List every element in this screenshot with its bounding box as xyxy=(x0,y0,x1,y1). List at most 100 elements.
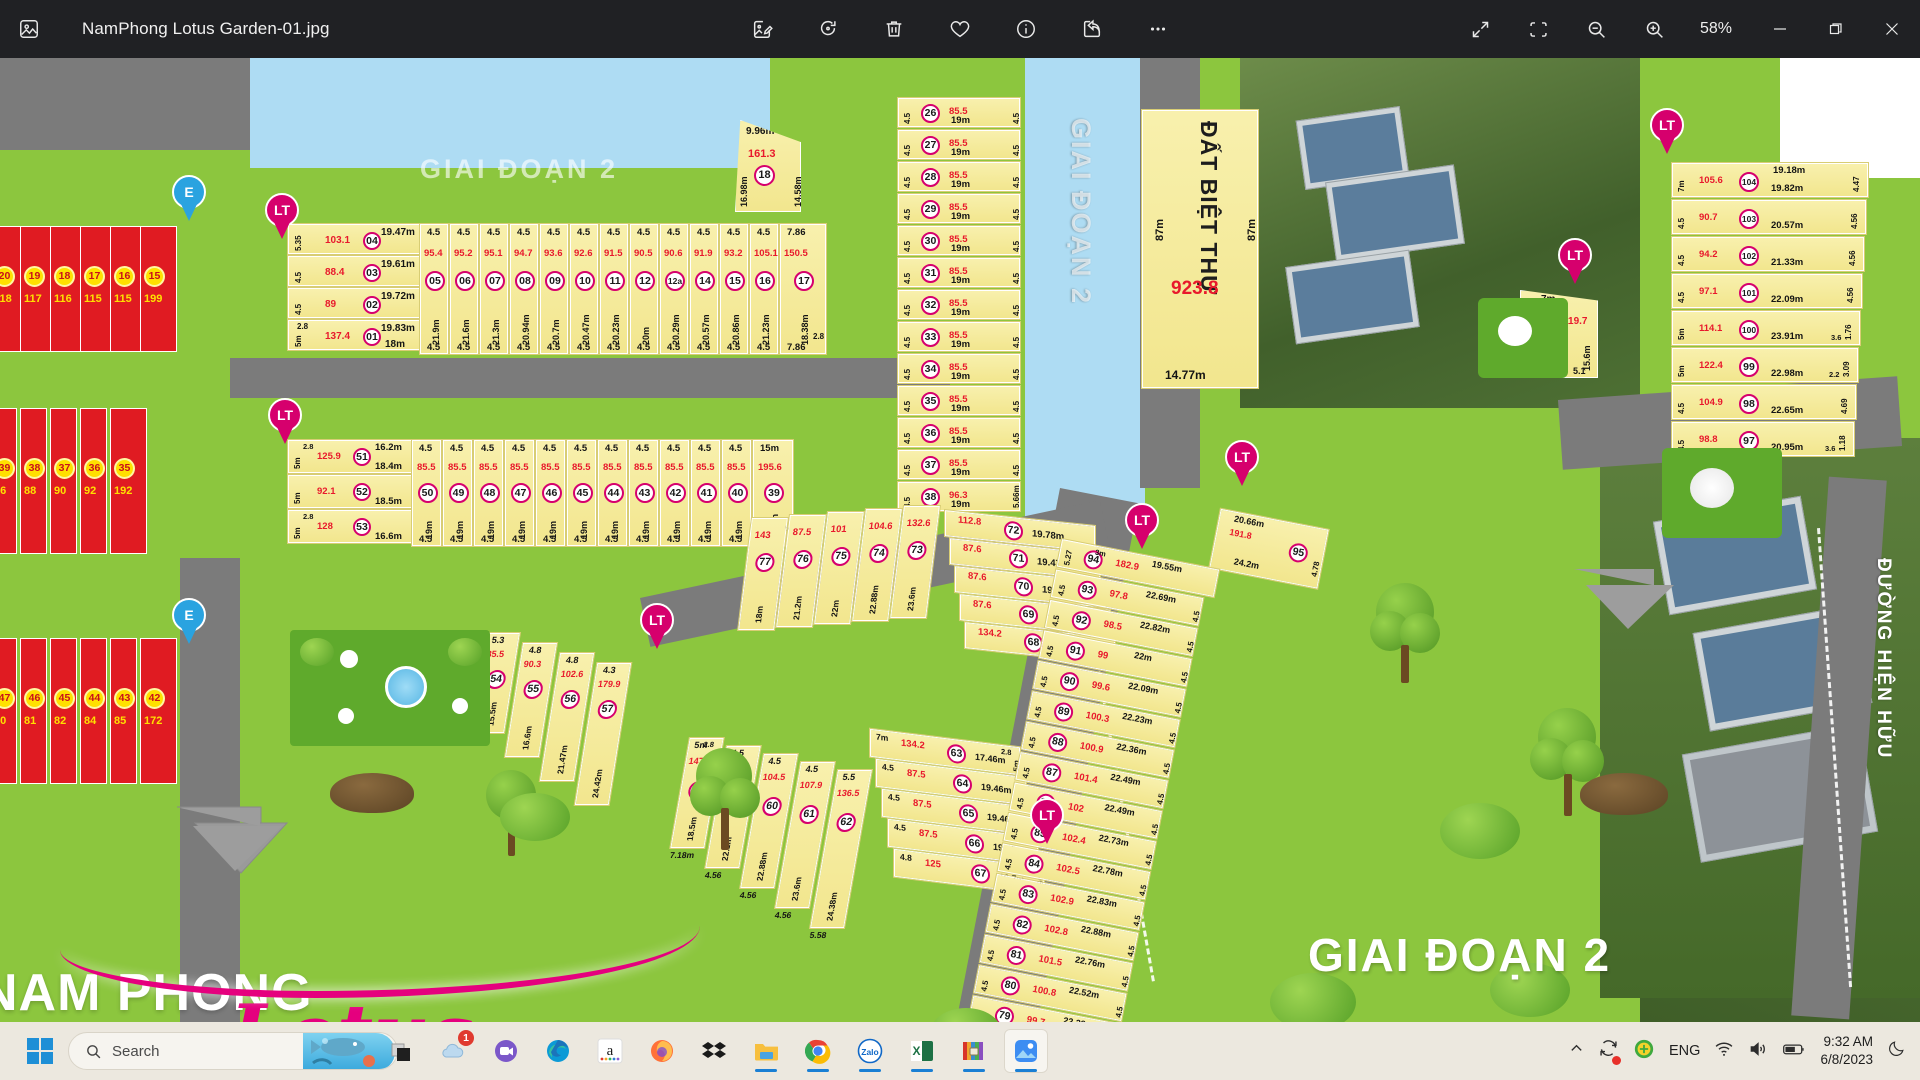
map-pin-lt[interactable]: LT xyxy=(640,603,674,649)
map-pin-e[interactable]: E xyxy=(172,175,206,221)
search-input[interactable]: Search xyxy=(68,1032,398,1070)
lot-parcel[interactable]: 4.5 85.5 49 19m 4.5 xyxy=(442,439,473,547)
lot-parcel[interactable]: 4.5 94.7 08 20.94m 4.5 xyxy=(509,223,539,355)
teams-button[interactable] xyxy=(484,1029,528,1073)
lot-parcel[interactable]: 4.5 90.6 12a 20.29m 4.5 xyxy=(659,223,689,355)
map-pin-lt[interactable]: LT xyxy=(1558,238,1592,284)
fit-to-window-button[interactable] xyxy=(1518,9,1558,49)
start-button[interactable] xyxy=(22,1033,58,1069)
excel-button[interactable]: X xyxy=(900,1029,944,1073)
image-viewport[interactable]: GIAI ĐOẠN 2 GIAI ĐOẠN 2 ĐƯỜNG HIỆN HỮU 1… xyxy=(0,58,1920,1022)
lot-parcel[interactable]: 35 85.5 19m 4.5 4.5 xyxy=(897,385,1021,416)
clock[interactable]: 9:32 AM 6/8/2023 xyxy=(1820,1033,1873,1069)
share-button[interactable] xyxy=(1072,9,1112,49)
lot-parcel[interactable]: 32 85.5 19m 4.5 4.5 xyxy=(897,289,1021,320)
lot-parcel[interactable]: 37 85.5 19m 4.5 4.5 xyxy=(897,449,1021,480)
lot-parcel[interactable]: 34 85.5 19m 4.5 4.5 xyxy=(897,353,1021,384)
sold-lot-parcel[interactable]: 38 88 xyxy=(20,408,47,554)
lot-parcel[interactable]: 4.5 85.5 42 19m 4.5 xyxy=(659,439,690,547)
lot-parcel[interactable]: 5m 122.4 99 22.98m 3.09 2.2 xyxy=(1671,347,1859,383)
lot-parcel[interactable]: 33 85.5 19m 4.5 4.5 xyxy=(897,321,1021,352)
lot-parcel[interactable]: 4.5 91.9 14 20.57m 4.5 xyxy=(689,223,719,355)
lot-parcel[interactable]: 28 85.5 19m 4.5 4.5 xyxy=(897,161,1021,192)
lot-parcel[interactable]: 4.5 85.5 41 19m 4.5 xyxy=(690,439,721,547)
lot-parcel[interactable]: 7m 105.6 104 19.18m 19.82m 4.47 xyxy=(1671,162,1869,198)
map-pin-lt[interactable]: LT xyxy=(1125,503,1159,549)
fullscreen-button[interactable] xyxy=(1460,9,1500,49)
zoom-out-button[interactable] xyxy=(1576,9,1616,49)
lot-parcel[interactable]: 31 85.5 19m 4.5 4.5 xyxy=(897,257,1021,288)
firefox-button[interactable] xyxy=(640,1029,684,1073)
lot-parcel[interactable]: 4.5 85.5 45 19m 4.5 xyxy=(566,439,597,547)
file-explorer-button[interactable] xyxy=(744,1029,788,1073)
sold-lot-parcel[interactable]: 46 81 xyxy=(20,638,47,784)
lot-parcel[interactable]: 30 85.5 19m 4.5 4.5 xyxy=(897,225,1021,256)
lot-parcel[interactable]: 4.5 85.5 50 19m 4.5 xyxy=(411,439,442,547)
amazon-button[interactable]: a xyxy=(588,1029,632,1073)
zalo-button[interactable]: Zalo xyxy=(848,1029,892,1073)
villa-parcel[interactable]: ĐẤT BIỆT THỰ 923.8 87m 87m 14.77m xyxy=(1141,109,1259,389)
sold-lot-parcel[interactable]: 15 199 xyxy=(140,226,177,352)
task-view-button[interactable] xyxy=(380,1029,424,1073)
lot-parcel[interactable]: 4.5 95.4 05 21.9m 4.5 xyxy=(419,223,449,355)
map-pin-lt[interactable]: LT xyxy=(1650,108,1684,154)
sold-lot-parcel[interactable]: 42 172 xyxy=(140,638,177,784)
edit-image-button[interactable] xyxy=(742,9,782,49)
lot-parcel[interactable]: 4.5 91.5 11 20.23m 4.5 xyxy=(599,223,629,355)
lot-parcel[interactable]: 4.5 90.7 103 20.57m 4.56 xyxy=(1671,199,1867,235)
dropbox-button[interactable] xyxy=(692,1029,736,1073)
winrar-button[interactable] xyxy=(952,1029,996,1073)
sold-lot-parcel[interactable]: 44 84 xyxy=(80,638,107,784)
lot-parcel[interactable]: 36 85.5 19m 4.5 4.5 xyxy=(897,417,1021,448)
map-pin-lt[interactable]: LT xyxy=(1030,798,1064,844)
lot-parcel[interactable]: 27 85.5 19m 4.5 4.5 xyxy=(897,129,1021,160)
zoom-in-button[interactable] xyxy=(1634,9,1674,49)
lot-parcel[interactable]: 4.5 85.5 46 19m 4.5 xyxy=(535,439,566,547)
show-hidden-icons-button[interactable] xyxy=(1569,1041,1584,1061)
sold-lot-parcel[interactable]: 45 82 xyxy=(50,638,77,784)
info-button[interactable] xyxy=(1006,9,1046,49)
rotate-button[interactable] xyxy=(808,9,848,49)
map-pin-lt[interactable]: LT xyxy=(268,398,302,444)
onedrive-button[interactable]: 1 xyxy=(432,1029,476,1073)
chrome-button[interactable] xyxy=(796,1029,840,1073)
sold-lot-parcel[interactable]: 43 85 xyxy=(110,638,137,784)
battery-icon[interactable] xyxy=(1782,1039,1806,1064)
lot-parcel[interactable]: 4.5 95.2 06 21.6m 4.5 xyxy=(449,223,479,355)
wifi-icon[interactable] xyxy=(1714,1039,1734,1064)
lot-parcel[interactable]: 29 85.5 19m 4.5 4.5 xyxy=(897,193,1021,224)
lot-parcel[interactable]: 4.5 92.6 10 20.47m 4.5 xyxy=(569,223,599,355)
sync-icon[interactable] xyxy=(1598,1038,1622,1065)
lot-parcel[interactable]: 4.5 105.1 16 21.23m 4.5 xyxy=(749,223,779,355)
lot-parcel[interactable]: 4.5 93.6 09 20.7m 4.5 xyxy=(539,223,569,355)
sold-lot-parcel[interactable]: 37 90 xyxy=(50,408,77,554)
lot-parcel[interactable]: 4.5 95.1 07 21.3m 4.5 xyxy=(479,223,509,355)
lot-parcel[interactable]: 4.5 85.5 44 19m 4.5 xyxy=(597,439,628,547)
sold-lot-parcel[interactable]: 36 92 xyxy=(80,408,107,554)
restore-button[interactable] xyxy=(1808,0,1864,58)
volume-icon[interactable] xyxy=(1748,1039,1768,1064)
sold-lot-parcel[interactable]: 35 192 xyxy=(110,408,147,554)
lot-parcel[interactable]: 5m 114.1 100 23.91m 1.76 3.6 xyxy=(1671,310,1861,346)
close-button[interactable] xyxy=(1864,0,1920,58)
lot-parcel[interactable]: 4.5 93.2 15 20.86m 4.5 xyxy=(719,223,749,355)
lot-parcel[interactable]: 4.5 85.5 43 19m 4.5 xyxy=(628,439,659,547)
minimize-button[interactable] xyxy=(1752,0,1808,58)
lot-parcel[interactable]: 4.5 90.5 12 20m 4.5 xyxy=(629,223,659,355)
focus-assist-icon[interactable] xyxy=(1887,1039,1906,1063)
lot-parcel[interactable]: 4.5 104.9 98 22.65m 4.69 xyxy=(1671,384,1857,420)
sold-lot-parcel[interactable]: 47 80 xyxy=(0,638,17,784)
edge-button[interactable] xyxy=(536,1029,580,1073)
lot-parcel[interactable]: 7.86 150.5 17 18.38m 7.86 2.8 xyxy=(779,223,827,355)
language-indicator[interactable]: ENG xyxy=(1669,1043,1700,1059)
delete-button[interactable] xyxy=(874,9,914,49)
favorite-button[interactable] xyxy=(940,9,980,49)
map-pin-lt[interactable]: LT xyxy=(265,193,299,239)
map-pin-lt[interactable]: LT xyxy=(1225,440,1259,486)
lot-parcel[interactable]: 4.5 94.2 102 21.33m 4.56 xyxy=(1671,236,1865,272)
lot-parcel[interactable]: 4.5 85.5 48 19m 4.5 xyxy=(473,439,504,547)
lot-parcel[interactable]: 4.5 97.1 101 22.09m 4.56 xyxy=(1671,273,1863,309)
sold-lot-parcel[interactable]: 39 86 xyxy=(0,408,17,554)
photos-button[interactable] xyxy=(1004,1029,1048,1073)
map-pin-e[interactable]: E xyxy=(172,598,206,644)
